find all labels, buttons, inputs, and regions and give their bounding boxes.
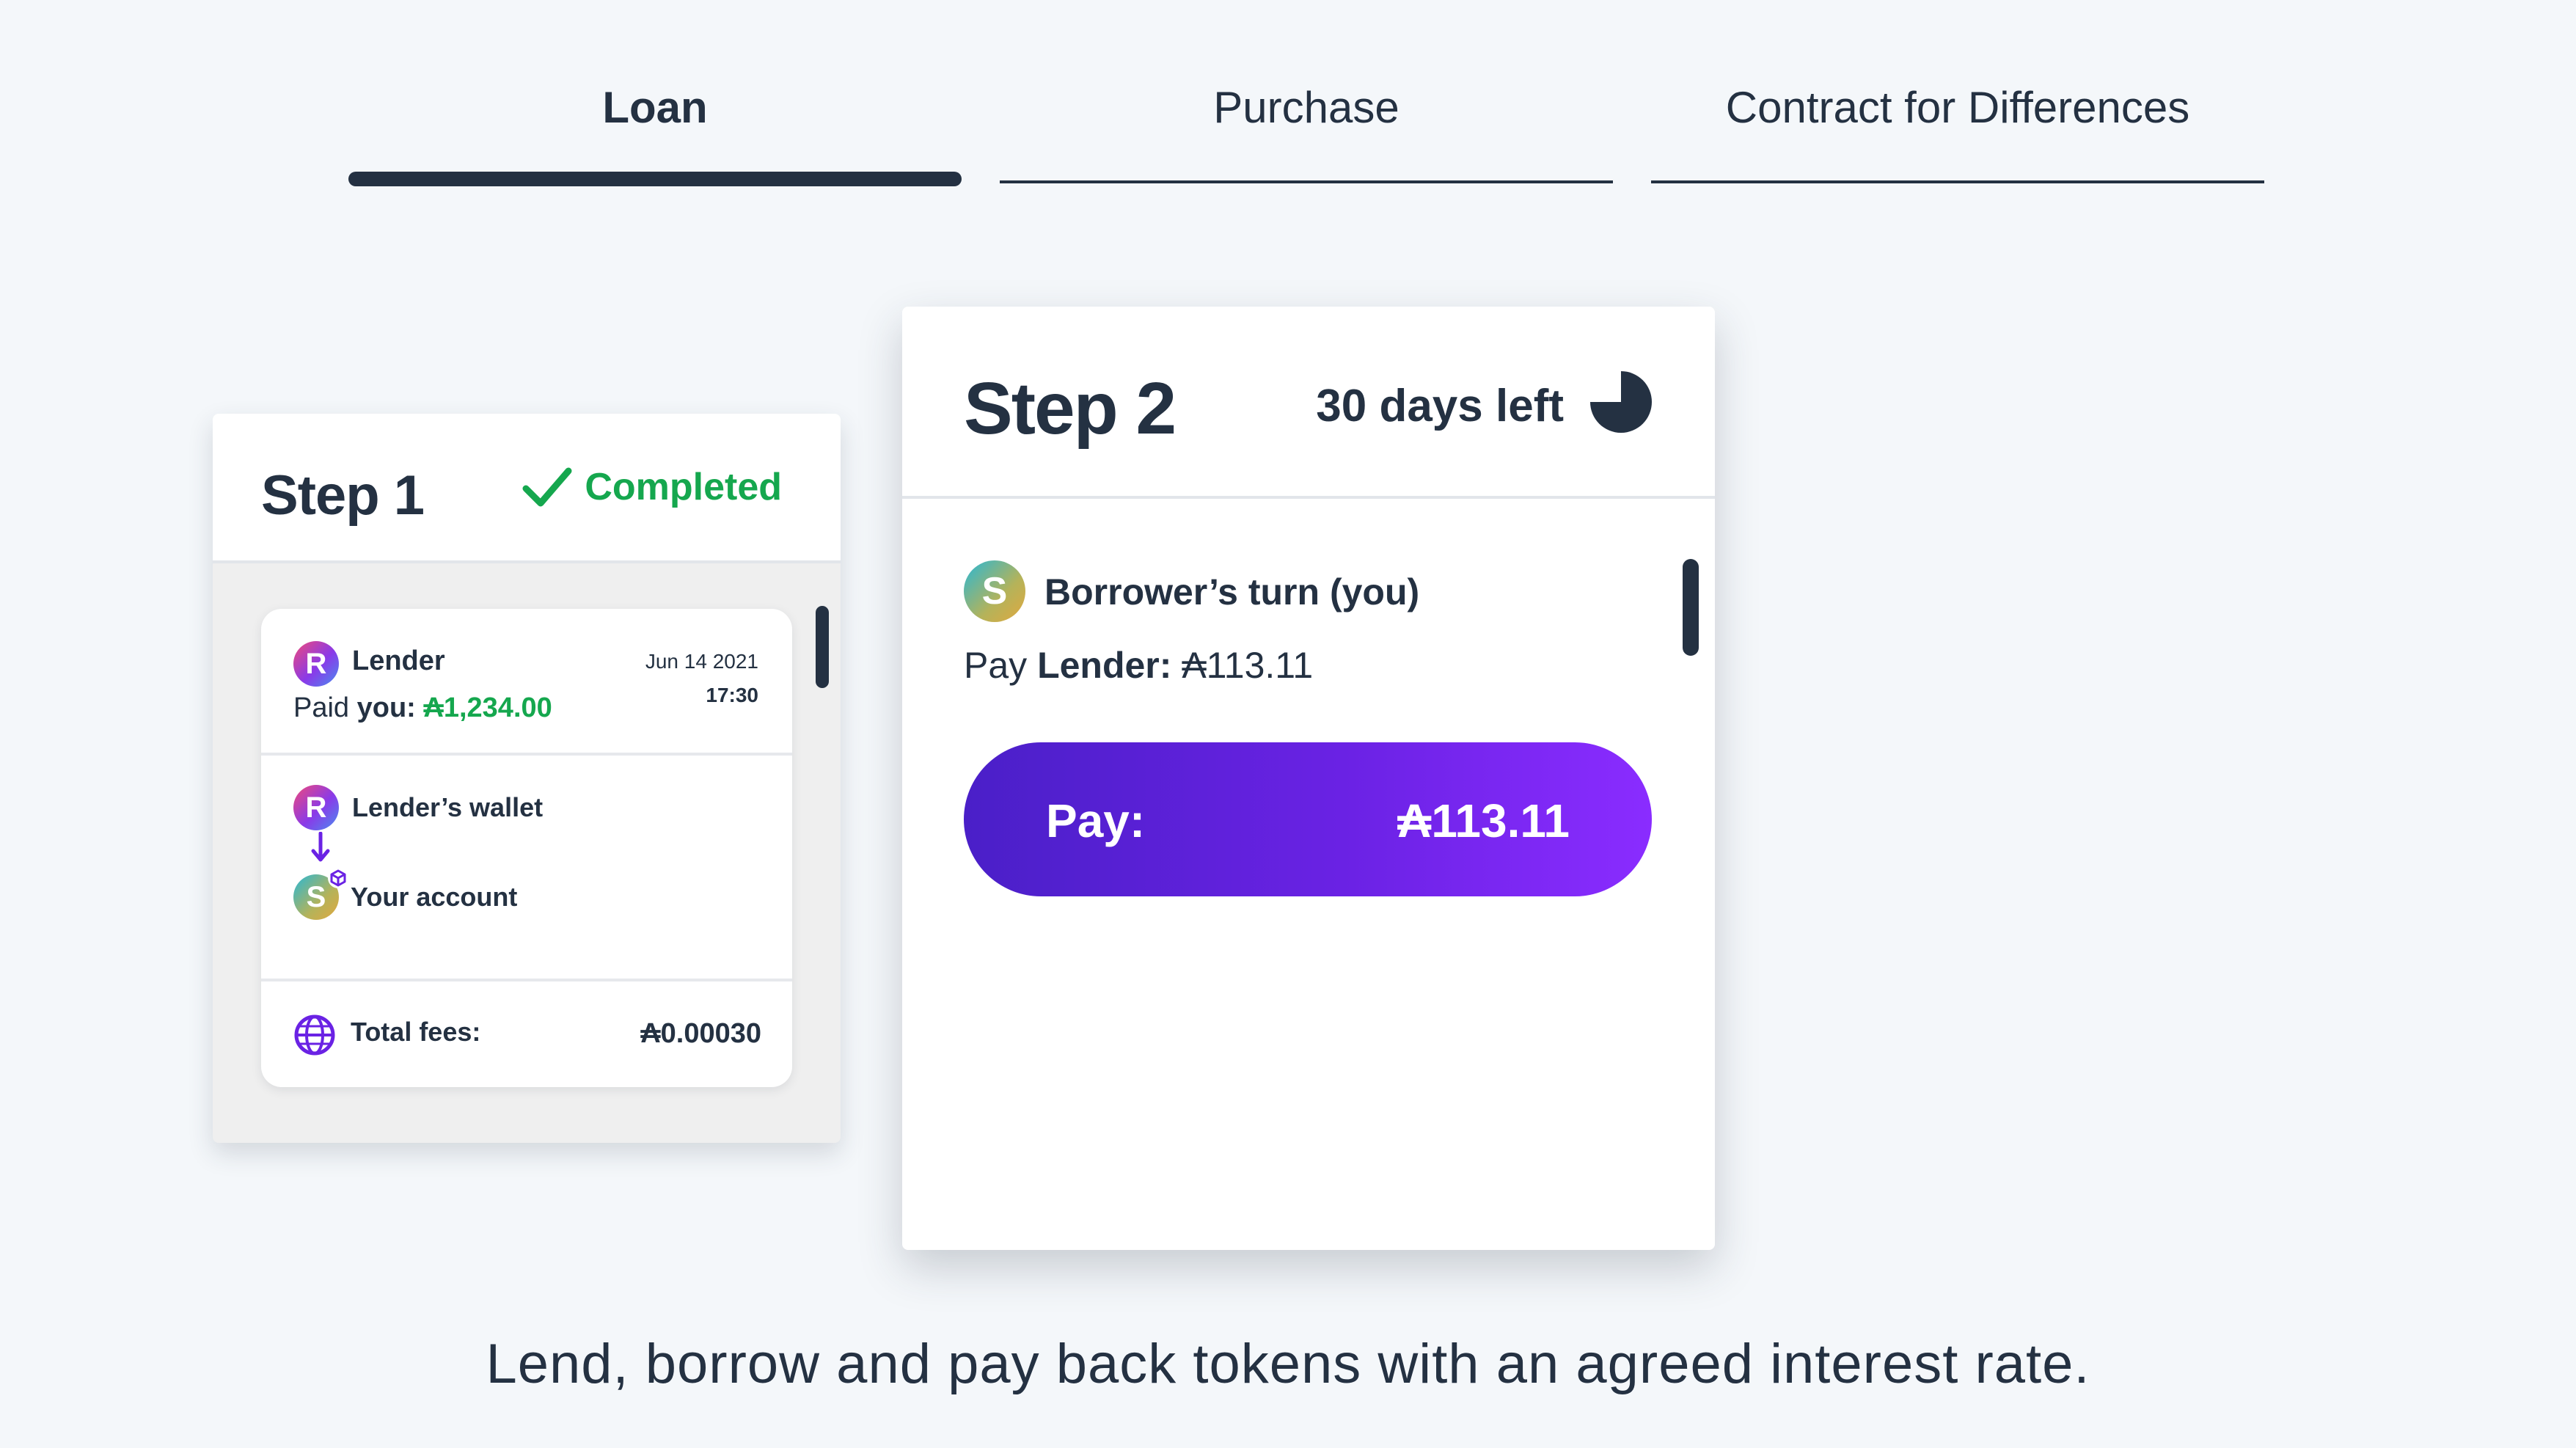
from-wallet-label: Lender’s wallet	[352, 792, 544, 822]
lender-avatar: R	[293, 641, 339, 687]
lender-paid-line: Paid you: ₳1,234.00	[293, 692, 552, 724]
pie-timer-icon	[1590, 371, 1652, 433]
pay-instruction: Pay Lender: ₳113.11	[964, 644, 1313, 687]
loan-type-tabs: Loan Purchase Contract for Differences	[348, 66, 2264, 186]
step2-scrollbar[interactable]	[1683, 559, 1699, 656]
total-fees-label: Total fees:	[351, 1017, 481, 1047]
payment-date: Jun 14 2021	[645, 650, 758, 673]
lender-name: Lender	[352, 646, 445, 676]
tab-contract-for-differences[interactable]: Contract for Differences	[1651, 66, 2264, 183]
loan-description: Lend, borrow and pay back tokens with an…	[486, 1333, 2090, 1395]
arrow-down-icon	[311, 832, 330, 862]
borrower-turn-label: Borrower’s turn (you)	[1044, 571, 1420, 613]
total-fees-value: ₳0.00030	[640, 1018, 761, 1049]
paid-you-label: you:	[356, 692, 416, 723]
pay-instruction-amount: ₳113.11	[1171, 645, 1314, 686]
your-account-label: Your account	[351, 882, 518, 912]
from-wallet-avatar: R	[293, 785, 339, 830]
step1-status-label: Completed	[585, 466, 782, 508]
globe-icon	[294, 1014, 335, 1056]
pay-button-amount: ₳113.11	[1397, 794, 1570, 847]
step1-title: Step 1	[261, 464, 425, 527]
tab-loan-label: Loan	[602, 83, 708, 132]
tab-cfd-underline	[1651, 180, 2264, 183]
tab-cfd-label: Contract for Differences	[1725, 83, 2190, 132]
total-fees-row: Total fees: ₳0.00030	[261, 981, 792, 1087]
step2-card: Step 2 30 days left S Borrower’s turn (y…	[902, 307, 1715, 1250]
step1-status: Completed	[522, 465, 782, 509]
pay-prefix: Pay	[964, 645, 1038, 686]
token-cube-icon	[328, 868, 348, 888]
step2-header: Step 2 30 days left	[902, 307, 1715, 499]
tab-loan[interactable]: Loan	[348, 66, 962, 186]
step1-transaction-card: R Lender Paid you: ₳1,234.00 Jun 14 2021…	[261, 609, 792, 1087]
transfer-path: R Lender’s wallet S Your account	[261, 756, 792, 981]
tab-purchase-underline	[1000, 180, 1613, 183]
tab-loan-underline	[348, 172, 962, 186]
pay-button[interactable]: Pay: ₳113.11	[964, 742, 1652, 896]
tab-purchase-label: Purchase	[1213, 83, 1399, 132]
payment-time: 17:30	[706, 684, 758, 706]
paid-amount: ₳1,234.00	[423, 692, 552, 723]
days-left-label: 30 days left	[1316, 381, 1564, 431]
paid-prefix: Paid	[293, 692, 357, 723]
step1-header: Step 1 Completed	[213, 414, 841, 563]
pay-button-label: Pay:	[1046, 794, 1146, 847]
step1-scrollbar[interactable]	[816, 606, 829, 688]
pay-target: Lender:	[1037, 645, 1172, 686]
borrower-avatar: S	[964, 560, 1025, 622]
check-icon	[522, 467, 572, 507]
lender-payment-row: R Lender Paid you: ₳1,234.00 Jun 14 2021…	[261, 609, 792, 756]
step2-title: Step 2	[964, 368, 1177, 450]
tab-purchase[interactable]: Purchase	[1000, 66, 1613, 183]
step1-card: Step 1 Completed R Lender Paid you: ₳1,2…	[213, 414, 841, 1143]
